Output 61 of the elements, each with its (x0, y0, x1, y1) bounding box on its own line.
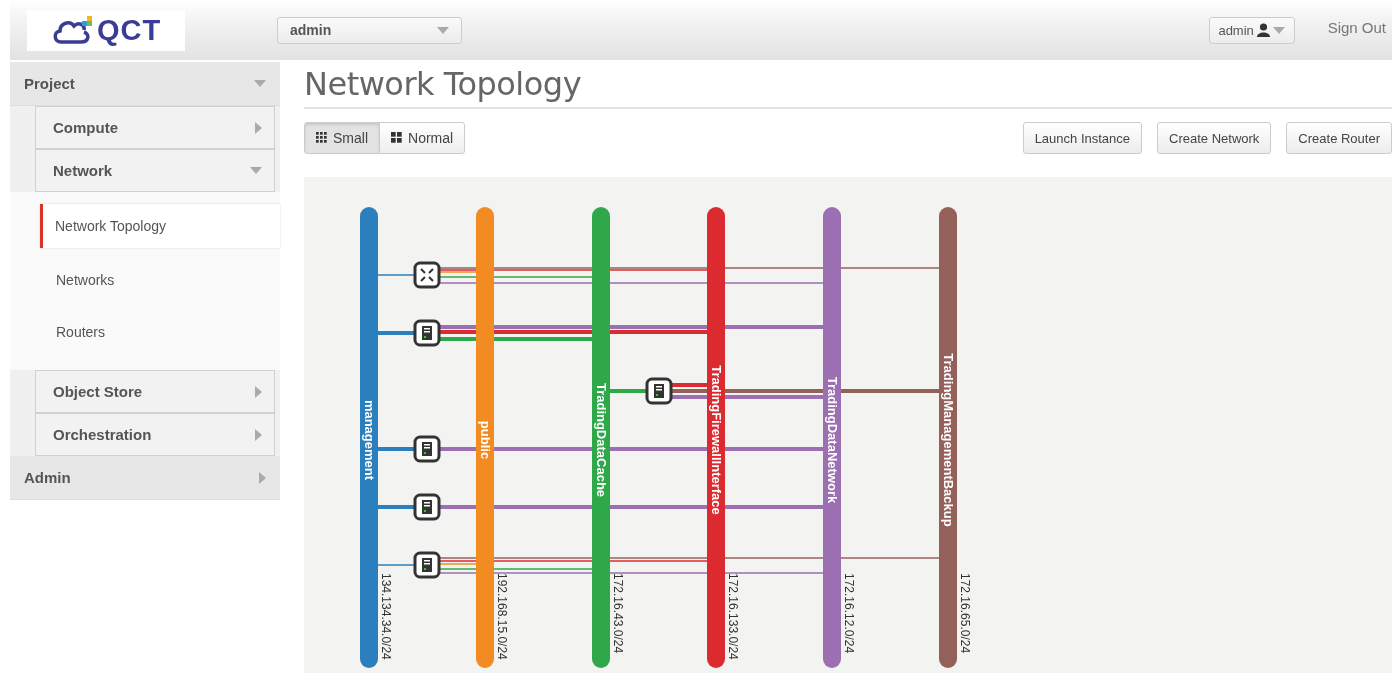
user-icon (1256, 23, 1270, 37)
view-toggle-button[interactable]: Small (304, 122, 380, 154)
link-line (378, 331, 414, 335)
sidebar-item[interactable]: Networks (40, 258, 280, 302)
network-label: TradingDataCache (593, 382, 609, 498)
network-label: TradingDataNetwork (824, 376, 840, 504)
server-icon[interactable] (645, 377, 673, 405)
link-line (378, 447, 414, 451)
network-label: TradingFirewallInterface (708, 365, 724, 515)
caret-icon (437, 26, 449, 34)
caret-icon (255, 385, 262, 398)
server-icon[interactable] (413, 551, 441, 579)
sidebar-item[interactable]: Routers (40, 310, 280, 354)
link-line (377, 274, 415, 276)
grid-icon (391, 132, 403, 144)
view-toggle-button[interactable]: Normal (379, 122, 466, 154)
logo[interactable]: QCT (27, 9, 185, 51)
network-bar[interactable] (360, 207, 378, 668)
caret-icon (1272, 26, 1285, 34)
logo-text: QCT (96, 13, 162, 47)
sign-out-link[interactable]: Sign Out (1327, 19, 1386, 36)
server-icon[interactable] (413, 493, 441, 521)
project-select[interactable]: admin (277, 16, 462, 44)
cidr-label: 172.16.133.0/24 (726, 573, 740, 660)
action-button[interactable]: Create Network (1157, 122, 1272, 154)
server-icon[interactable] (413, 319, 441, 347)
cidr-label: 172.16.65.0/24 (958, 573, 972, 654)
link-line (377, 564, 415, 566)
caret-icon (255, 121, 262, 134)
sidebar-group[interactable]: Object Store (35, 370, 275, 413)
sidebar-section[interactable]: Admin (10, 456, 280, 500)
router-icon[interactable] (413, 261, 441, 289)
network-bar[interactable] (592, 207, 610, 668)
cidr-label: 172.16.12.0/24 (842, 573, 856, 654)
page-title: Network Topology (304, 60, 1392, 109)
caret-icon (250, 167, 262, 174)
sidebar-group[interactable]: Orchestration (35, 413, 275, 456)
network-label: TradingManagementBackup (940, 353, 956, 527)
network-bar[interactable] (823, 207, 841, 668)
sidebar-group[interactable]: Network (35, 149, 275, 192)
network-bar[interactable] (939, 207, 957, 668)
network-label: public (477, 420, 493, 460)
action-button[interactable]: Create Router (1286, 122, 1392, 154)
action-button[interactable]: Launch Instance (1022, 122, 1143, 154)
link-line (610, 389, 646, 393)
caret-icon (259, 471, 266, 484)
sidebar-item[interactable]: Network Topology (40, 204, 280, 248)
grid-icon (316, 132, 328, 144)
link-line (378, 505, 414, 509)
cidr-label: 172.16.43.0/24 (611, 573, 625, 654)
sidebar-section[interactable]: Project (10, 62, 280, 106)
link-line (672, 383, 707, 387)
cidr-label: 134.134.34.0/24 (379, 573, 393, 660)
caret-icon (254, 80, 266, 87)
network-label: management (361, 399, 377, 481)
network-bar[interactable] (707, 207, 725, 668)
user-menu-button[interactable]: admin (1208, 16, 1295, 44)
caret-icon (255, 428, 262, 441)
cidr-label: 192.168.15.0/24 (495, 573, 509, 660)
sidebar-group[interactable]: Compute (35, 106, 275, 149)
server-icon[interactable] (413, 435, 441, 463)
